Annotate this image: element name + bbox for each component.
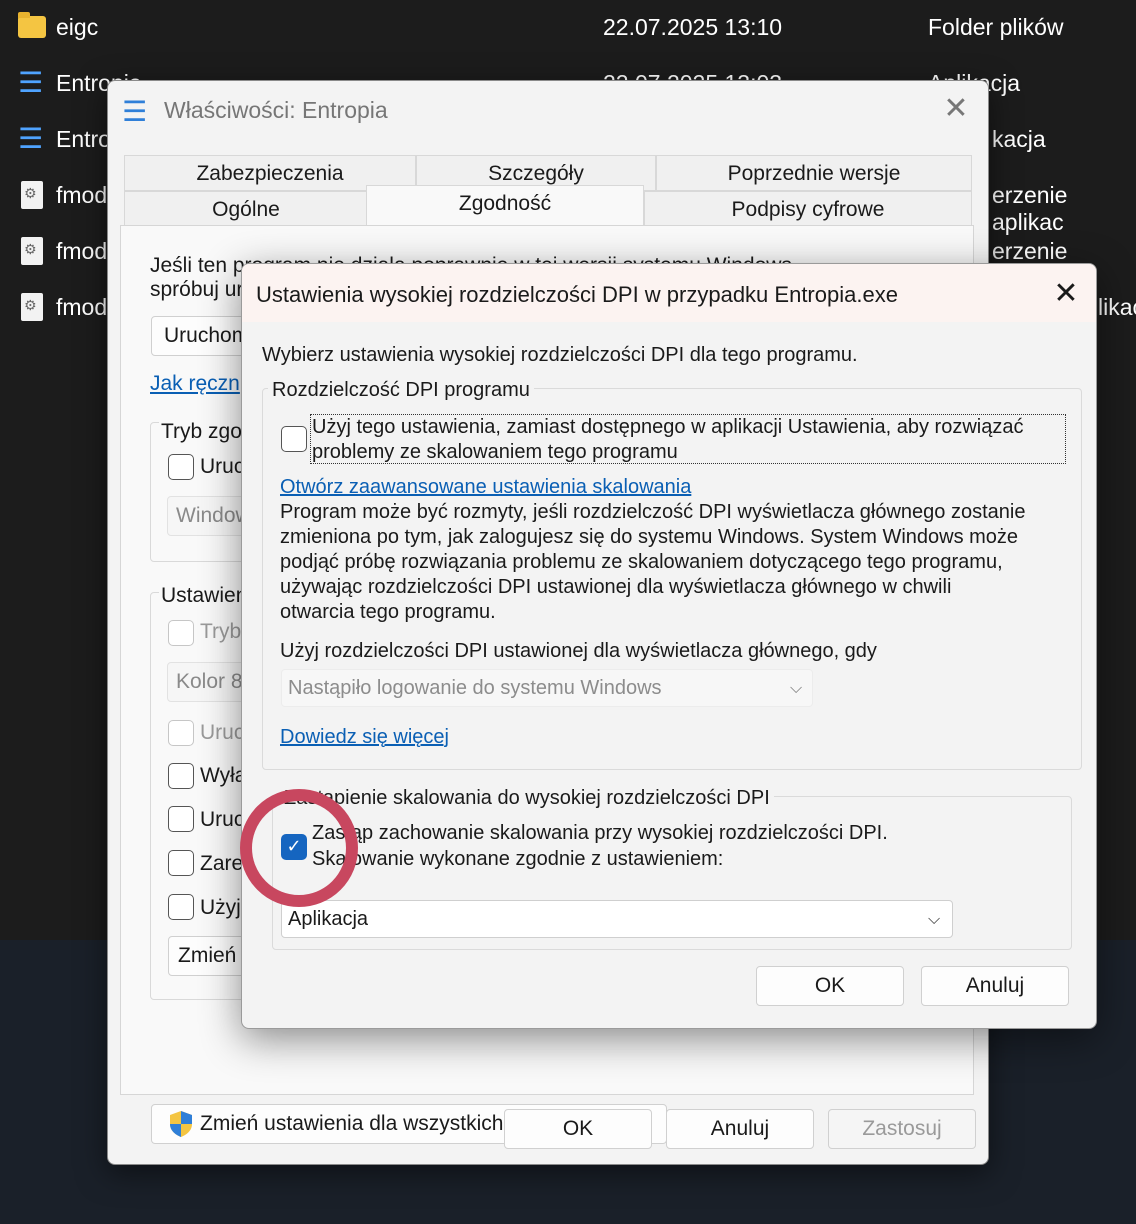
compat-mode-label: Uruc bbox=[200, 455, 245, 478]
run-640-checkbox[interactable] bbox=[168, 720, 194, 746]
manual-choose-link[interactable]: Jak ręczn bbox=[150, 372, 240, 396]
reduced-color-label: Tryb bbox=[200, 620, 242, 643]
use-dpi-when-label: Użyj rozdzielczości DPI ustawionej dla w… bbox=[280, 640, 877, 662]
file-date: 22.07.2025 13:10 bbox=[603, 14, 783, 40]
description-line1: Program może być rozmyty, jeśli rozdziel… bbox=[280, 501, 1026, 523]
description-line3: podjąć próbę rozwiązania problemu ze ska… bbox=[280, 551, 1003, 573]
learn-more-link[interactable]: Dowiedz się więcej bbox=[280, 726, 449, 749]
description-line2: zmieniona po tym, jak zalogujesz się do … bbox=[280, 526, 1019, 548]
chevron-down-icon: ⌵ bbox=[790, 678, 803, 697]
dll-icon bbox=[18, 181, 46, 209]
ok-button[interactable]: OK bbox=[504, 1109, 652, 1149]
file-name: fmod bbox=[56, 238, 108, 264]
dpi-when-value: Nastąpiło logowanie do systemu Windows bbox=[288, 677, 662, 699]
override-label-line2: Skalowanie wykonane zgodnie z ustawienie… bbox=[312, 848, 724, 870]
file-name: fmod bbox=[56, 182, 108, 208]
description-line4: używając rozdzielczości DPI ustawionej d… bbox=[280, 576, 952, 598]
dpi-when-dropdown[interactable]: Nastąpiło logowanie do systemu Windows ⌵ bbox=[281, 669, 813, 707]
tab-previous-versions[interactable]: Poprzednie wersje bbox=[656, 155, 972, 191]
dpi-settings-dialog: Ustawienia wysokiej rozdzielczości DPI w… bbox=[241, 263, 1097, 1029]
file-type: likac bbox=[1098, 294, 1136, 320]
disable-fullscreen-checkbox[interactable] bbox=[168, 763, 194, 789]
file-name: eigc bbox=[56, 14, 99, 40]
scaling-value: Aplikacja bbox=[288, 908, 369, 930]
override-legend: Zastąpienie skalowania do wysokiej rozdz… bbox=[280, 787, 774, 810]
use-setting-label-line2: problemy ze skalowaniem tego programu bbox=[312, 441, 678, 463]
run-admin-checkbox[interactable] bbox=[168, 806, 194, 832]
window-title: Właściwości: Entropia bbox=[164, 97, 388, 123]
register-restart-checkbox[interactable] bbox=[168, 850, 194, 876]
use-legacy-label: Użyj bbox=[200, 896, 241, 919]
dialog-title: Ustawienia wysokiej rozdzielczości DPI w… bbox=[256, 282, 898, 307]
close-icon[interactable]: ✕ bbox=[1048, 276, 1084, 312]
tab-compatibility[interactable]: Zgodność bbox=[366, 185, 644, 227]
file-type: Folder plików bbox=[928, 14, 1064, 40]
run-640-label: Uruc bbox=[200, 721, 245, 744]
apply-button[interactable]: Zastosuj bbox=[828, 1109, 976, 1149]
program-dpi-legend: Rozdzielczość DPI programu bbox=[268, 379, 534, 402]
close-icon[interactable]: ✕ bbox=[940, 93, 972, 125]
dll-icon bbox=[18, 237, 46, 265]
highlight-circle bbox=[240, 789, 358, 907]
dialog-ok-button[interactable]: OK bbox=[756, 966, 904, 1006]
dialog-intro: Wybierz ustawienia wysokiej rozdzielczoś… bbox=[262, 344, 858, 366]
use-legacy-checkbox[interactable] bbox=[168, 894, 194, 920]
file-name: Entro bbox=[56, 126, 111, 152]
cancel-button[interactable]: Anuluj bbox=[666, 1109, 814, 1149]
compat-mode-legend: Tryb zgo bbox=[159, 420, 244, 444]
description-line5: otwarcia tego programu. bbox=[280, 601, 496, 623]
override-label-line1: Zastąp zachowanie skalowania przy wysoki… bbox=[312, 822, 888, 844]
file-row-eigc[interactable]: eigc 22.07.2025 13:10 Folder plików bbox=[0, 0, 1136, 56]
run-admin-label: Uruc bbox=[200, 808, 245, 831]
exe-icon: ☰ bbox=[18, 122, 44, 155]
app-icon: ☰ bbox=[122, 95, 148, 128]
reduced-color-checkbox[interactable] bbox=[168, 620, 194, 646]
tab-general[interactable]: Ogólne bbox=[124, 191, 368, 227]
register-restart-label: Zare bbox=[200, 852, 244, 875]
dialog-cancel-button[interactable]: Anuluj bbox=[921, 966, 1069, 1006]
file-type: kacja bbox=[992, 126, 1046, 152]
dll-icon bbox=[18, 293, 46, 321]
use-setting-label-line1: Użyj tego ustawienia, zamiast dostępnego… bbox=[312, 416, 1024, 438]
use-setting-checkbox[interactable] bbox=[281, 426, 307, 452]
chevron-down-icon: ⌵ bbox=[928, 909, 941, 928]
tab-digital-signatures[interactable]: Podpisy cyfrowe bbox=[644, 191, 972, 227]
intro-text-line2: spróbuj ur bbox=[150, 278, 244, 301]
settings-legend: Ustawien bbox=[159, 584, 250, 608]
scaling-dropdown[interactable]: Aplikacja ⌵ bbox=[281, 900, 953, 938]
folder-icon bbox=[18, 12, 46, 41]
file-name: fmod bbox=[56, 294, 108, 320]
advanced-scaling-link[interactable]: Otwórz zaawansowane ustawienia skalowani… bbox=[280, 476, 691, 499]
disable-fullscreen-label: Wyła bbox=[200, 764, 247, 787]
compat-mode-checkbox[interactable] bbox=[168, 454, 194, 480]
shield-icon bbox=[170, 1111, 192, 1137]
exe-icon: ☰ bbox=[18, 66, 44, 99]
